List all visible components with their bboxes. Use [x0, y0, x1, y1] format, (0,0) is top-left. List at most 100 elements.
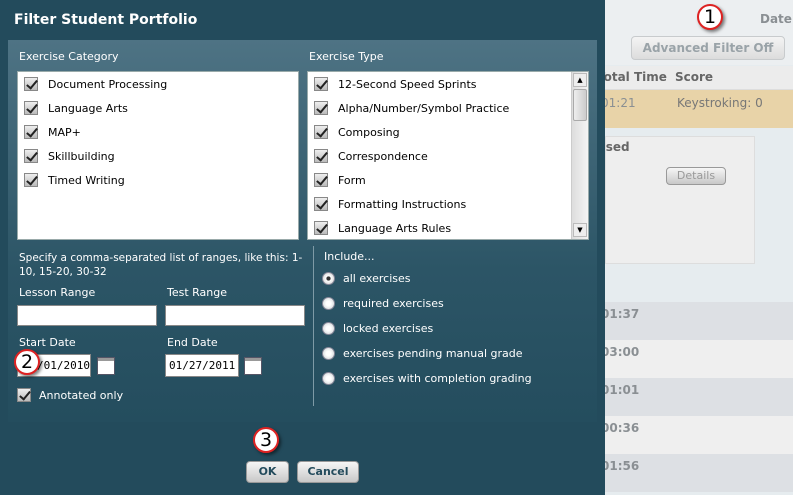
calendar-icon[interactable] [244, 357, 262, 375]
filter-dialog: Filter Student Portfolio Exercise Catego… [0, 0, 605, 495]
sub-table: Used Details [596, 136, 755, 264]
item-label: Language Arts [48, 101, 128, 115]
checkbox[interactable] [314, 173, 328, 187]
column-score: Score [675, 70, 714, 84]
checkbox[interactable] [24, 125, 38, 139]
row-time: 00:36 [601, 421, 640, 435]
row-time: 01:37 [601, 307, 640, 321]
exercise-type-list: 12-Second Speed Sprints Alpha/Number/Sym… [307, 71, 589, 240]
callout-3: 3 [253, 427, 279, 453]
scroll-up-icon[interactable]: ▲ [573, 73, 587, 87]
exercise-category-label: Exercise Category [19, 50, 119, 63]
checkbox[interactable] [314, 149, 328, 163]
lesson-range-input[interactable] [17, 305, 157, 326]
column-total-time: Total Time [597, 70, 667, 84]
cancel-button[interactable]: Cancel [297, 461, 359, 483]
radio-locked-exercises[interactable]: locked exercises [322, 318, 433, 338]
checkbox[interactable] [24, 77, 38, 91]
radio-button[interactable] [322, 271, 335, 285]
advanced-filter-button[interactable]: Advanced Filter Off [631, 36, 785, 60]
checkbox[interactable] [314, 197, 328, 211]
item-label: MAP+ [48, 125, 81, 139]
radio-completion-grading[interactable]: exercises with completion grading [322, 368, 532, 388]
end-date-input[interactable]: 01/27/2011 [165, 354, 239, 377]
table-row[interactable]: 01:37 [601, 302, 793, 340]
checkbox[interactable] [314, 221, 328, 235]
type-item[interactable]: Form [314, 170, 366, 190]
radio-pending-manual-grade[interactable]: exercises pending manual grade [322, 343, 523, 363]
table-header: Total Time Score [597, 66, 793, 90]
table-row[interactable]: 00:36 [601, 416, 793, 454]
radio-label: locked exercises [343, 321, 434, 335]
radio-all-exercises[interactable]: all exercises [322, 268, 410, 288]
test-range-input[interactable] [165, 305, 305, 326]
category-item[interactable]: Language Arts [24, 98, 128, 118]
item-label: Timed Writing [48, 173, 125, 187]
range-hint: Specify a comma-separated list of ranges… [19, 252, 303, 278]
item-label: Document Processing [48, 77, 168, 91]
checkbox[interactable] [314, 101, 328, 115]
radio-label: exercises pending manual grade [343, 346, 523, 360]
test-range-label: Test Range [167, 286, 228, 299]
start-date-label: Start Date [19, 336, 76, 349]
table-row[interactable]: 03:00 [601, 340, 793, 378]
category-item[interactable]: Skillbuilding [24, 146, 115, 166]
ok-button[interactable]: OK [246, 461, 289, 483]
radio-button[interactable] [322, 346, 335, 360]
radio-label: exercises with completion grading [343, 371, 532, 385]
type-item[interactable]: Alpha/Number/Symbol Practice [314, 98, 509, 118]
category-item[interactable]: Timed Writing [24, 170, 125, 190]
scrollbar[interactable]: ▲ ▼ [571, 72, 588, 239]
exercise-type-label: Exercise Type [309, 50, 384, 63]
item-label: Language Arts Rules [338, 221, 452, 235]
details-button[interactable]: Details [666, 167, 726, 185]
radio-button[interactable] [322, 296, 335, 310]
item-label: Composing [338, 125, 400, 139]
item-label: Correspondence [338, 149, 428, 163]
annotated-only-label: Annotated only [39, 388, 124, 402]
date-label: Date: [760, 12, 793, 26]
checkbox[interactable] [17, 388, 31, 402]
callout-1: 1 [697, 4, 723, 30]
radio-required-exercises[interactable]: required exercises [322, 293, 444, 313]
item-label: Form [338, 173, 366, 187]
dialog-title: Filter Student Portfolio [14, 12, 198, 28]
include-label: Include... [324, 250, 375, 263]
calendar-icon[interactable] [97, 357, 115, 375]
table-row[interactable]: 01:01 [601, 378, 793, 416]
radio-button[interactable] [322, 371, 335, 385]
item-label: 12-Second Speed Sprints [338, 77, 477, 91]
annotated-only-checkbox[interactable]: Annotated only [17, 385, 123, 405]
item-label: Skillbuilding [48, 149, 115, 163]
checkbox[interactable] [24, 101, 38, 115]
row-score: Keystroking: 0 [677, 96, 763, 110]
table-row-highlighted[interactable]: 01:21 Keystroking: 0 [601, 90, 793, 128]
checkbox[interactable] [314, 125, 328, 139]
scroll-thumb[interactable] [573, 89, 587, 121]
type-item[interactable]: Correspondence [314, 146, 428, 166]
checkbox[interactable] [24, 173, 38, 187]
item-label: Alpha/Number/Symbol Practice [338, 101, 510, 115]
type-item[interactable]: Language Arts Rules [314, 218, 451, 238]
checkbox[interactable] [24, 149, 38, 163]
item-label: Formatting Instructions [338, 197, 467, 211]
row-time: 01:56 [601, 459, 640, 473]
exercise-category-list: Document Processing Language Arts MAP+ S… [17, 71, 299, 240]
table-row[interactable]: 01:56 [601, 454, 793, 492]
type-item[interactable]: Composing [314, 122, 400, 142]
category-item[interactable]: Document Processing [24, 74, 167, 94]
checkbox[interactable] [314, 77, 328, 91]
row-time: 01:01 [601, 383, 640, 397]
radio-label: required exercises [343, 296, 444, 310]
end-date-label: End Date [167, 336, 218, 349]
callout-2: 2 [14, 349, 40, 375]
category-item[interactable]: MAP+ [24, 122, 81, 142]
scroll-down-icon[interactable]: ▼ [573, 223, 587, 237]
row-time: 03:00 [601, 345, 640, 359]
radio-label: all exercises [343, 271, 411, 285]
type-item[interactable]: Formatting Instructions [314, 194, 466, 214]
divider [313, 246, 314, 406]
lesson-range-label: Lesson Range [19, 286, 96, 299]
type-item[interactable]: 12-Second Speed Sprints [314, 74, 476, 94]
radio-button[interactable] [322, 321, 335, 335]
